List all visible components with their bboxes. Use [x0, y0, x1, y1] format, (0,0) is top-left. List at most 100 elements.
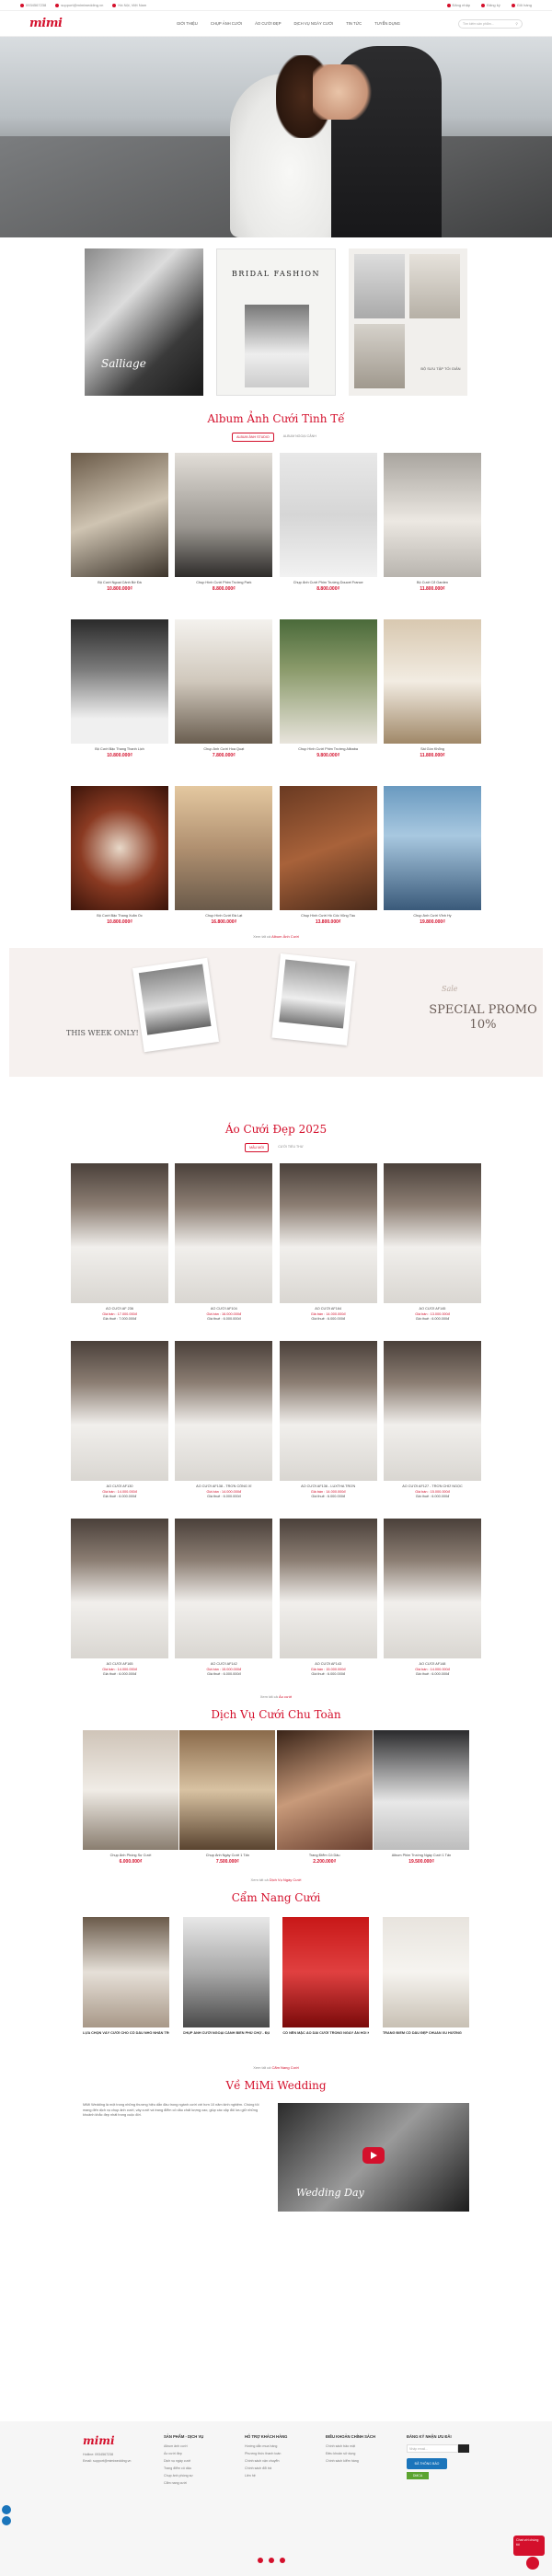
about-video[interactable]: Wedding Day [278, 2103, 469, 2212]
footer-link[interactable]: Chính sách vận chuyển [245, 2459, 307, 2463]
footer-link[interactable]: Trang điểm cô dâu [164, 2466, 226, 2470]
search-input[interactable]: Tìm kiếm sản phẩm... ⚲ [458, 18, 523, 29]
news-card[interactable]: CHỤP ẢNH CƯỚI NGOẠI CẢNH BIỂN PHỦ CHỢ - … [182, 1917, 270, 2045]
see-all-link[interactable]: Áo cưới [279, 1694, 292, 1699]
footer-link[interactable]: Áo cưới đẹp [164, 2452, 226, 2455]
tiktok-icon[interactable] [280, 2558, 285, 2563]
news-card[interactable]: LỰA CHỌN VÁY CƯỚI CHO CÔ DÂU NHỎ NHẮN TR… [83, 1917, 169, 2045]
dress-card[interactable]: ÁO CƯỚI AF136 - LUXTHA TRƠN Giá bán : 14.… [279, 1341, 377, 1498]
dress-card[interactable]: ÁO CƯỚI AF165 Giá bán : 14.000.000đ Giá th… [71, 1519, 168, 1676]
see-all-link[interactable]: Dịch Vụ Ngày Cưới [270, 1877, 302, 1882]
footer-logo[interactable]: mimi [83, 2434, 145, 2447]
album-card[interactable]: Bộ Cưới Cổ Garden 11.800.000₫ [383, 453, 481, 592]
dress-card[interactable]: ÁO CƯỚI AF127 - TRƠN CHỮ NGỌC Giá bán : 1… [383, 1341, 481, 1498]
phone-item[interactable]: 0934567238 [20, 3, 46, 7]
footer-link[interactable]: Chính sách bảo mật [326, 2444, 388, 2448]
dress-card[interactable]: ÁO CƯỚI AF138 - TRƠN CÔNG XỈ Giá bán : 14… [175, 1341, 273, 1498]
tab-new[interactable]: Mẫu mới [245, 1143, 270, 1152]
dress-card[interactable]: ÁO CƯỚI AF142 Giá bán : 15.000.000đ Giá th… [175, 1519, 273, 1676]
album-card[interactable]: Chụp Ảnh Cưới Phim Trường Doucet France 8… [279, 453, 377, 592]
footer-link[interactable]: Điều khoản sử dụng [326, 2452, 388, 2455]
logo[interactable]: mimi [29, 17, 140, 30]
dress-card[interactable]: ÁO CƯỚI AF164 Giá bán : 14.000.000đ Giá th… [279, 1163, 377, 1321]
footer-link[interactable]: Chính sách kiểm hàng [326, 2459, 388, 2463]
footer-phone[interactable]: Hotline: 0934567238 [83, 2453, 145, 2456]
album-card[interactable]: Bộ Cưới Bậc Thang Xoắn Ốc 10.800.000₫ [71, 786, 168, 925]
news-see-all[interactable]: Xem tất cả Cẩm Nang Cưới [0, 2065, 552, 2070]
album-card[interactable]: Chụp Hình Cưới Phim Trường Alibaba 9.800.… [279, 619, 377, 758]
album-card[interactable]: Chụp Hình Cưới Hồ Cốc Vũng Tàu 13.800.000… [279, 786, 377, 925]
footer-link[interactable]: Chụp ảnh phóng sự [164, 2474, 226, 2478]
dress-card[interactable]: ÁO CƯỚI AF148 Giá bán : 14.000.000đ Giá th… [383, 1519, 481, 1676]
see-all-link[interactable]: Album Ảnh Cưới [271, 934, 299, 939]
dress-card[interactable]: ÁO CƯỚI AF145 Giá bán : 13.000.000đ Giá th… [383, 1163, 481, 1321]
footer-email[interactable]: Email: support@mimiwedding.vn [83, 2459, 145, 2463]
dress-card[interactable]: ÁO CƯỚI AF143 Giá bán : 15.000.000đ Giá th… [279, 1519, 377, 1676]
nav-item[interactable]: Giới thiệu [177, 21, 198, 26]
footer-link[interactable]: Liên hệ [245, 2474, 307, 2478]
see-all-link[interactable]: Cẩm Nang Cưới [271, 2065, 298, 2070]
album-card[interactable]: Chụp Ảnh Cưới Vĩnh Hy 19.800.000₫ [383, 786, 481, 925]
email-item[interactable]: support@mimiwedding.vn [55, 3, 103, 7]
album-see-all[interactable]: Xem tất cả Album Ảnh Cưới [0, 934, 552, 939]
registered-badge[interactable]: ĐÃ THÔNG BÁO [407, 2458, 447, 2469]
chat-icon[interactable] [526, 2557, 539, 2570]
footer-link[interactable]: Album ảnh cưới [164, 2444, 226, 2448]
register-link[interactable]: Đăng ký [481, 3, 500, 7]
youtube-icon[interactable] [269, 2558, 274, 2563]
feature-banner-3[interactable]: BỘ SƯU TẬP TỐI GIẢN [349, 248, 468, 396]
news-card[interactable]: CÓ NÊN MẶC ÁO DÀI CƯỚI TRONG NGÀY ĂN HỎI… [282, 1917, 370, 2045]
cart-link[interactable]: Giỏ hàng [511, 3, 532, 7]
news-name[interactable]: TRANG ĐIỂM CÔ DÂU ĐẸP CHUẨN XU HƯỚNG [383, 2031, 469, 2045]
play-icon[interactable] [362, 2147, 385, 2164]
feature-banner-1[interactable]: Salliage [85, 248, 203, 396]
album-card[interactable]: Chụp Ảnh Cưới Hoa Quạt 7.800.000₫ [175, 619, 273, 758]
dmca-badge[interactable]: DMCA [407, 2472, 429, 2479]
album-card[interactable]: Chụp Hình Cưới Phim Trường Park 8.800.000… [175, 453, 273, 592]
service-card[interactable]: Trang Điểm Cô Dâu 2.200.000₫ [276, 1730, 373, 1865]
tab-album-outdoor[interactable]: Album ngoại cảnh [280, 433, 320, 442]
dress-card[interactable]: ÁO CƯỚI AF130 Giá bán : 14.000.000đ Giá th… [71, 1341, 168, 1498]
tab-album-studio[interactable]: Album ảnh studio [232, 433, 274, 442]
album-card[interactable]: Chụp Hình Cưới Đà Lạt 16.800.000₫ [175, 786, 273, 925]
news-name[interactable]: CÓ NÊN MẶC ÁO DÀI CƯỚI TRONG NGÀY ĂN HỎI… [282, 2031, 369, 2045]
footer-link[interactable]: Cẩm nang cưới [164, 2481, 226, 2485]
dress-card[interactable]: ÁO CƯỚI AF 236 Giá bán : 17.000.000đ Giá t… [71, 1163, 168, 1321]
feature-banner-2[interactable]: BRIDAL FASHION [215, 248, 337, 396]
dress-see-all[interactable]: Xem tất cả Áo cưới [0, 1694, 552, 1699]
subscribe-email-input[interactable]: Nhập email... [407, 2444, 458, 2453]
album-card[interactable]: Bộ Cưới Ngoại Cảnh Bờ Đá 10.800.000₫ [71, 453, 168, 592]
service-card[interactable]: Chụp Ảnh Ngày Cưới 1 Tấn 7.500.000₫ [179, 1730, 276, 1865]
footer-col-support: Hỗ trợ khách hàng Hướng dẫn mua hàng Phư… [245, 2434, 307, 2489]
service-card[interactable]: Album Phim Trường Ngày Cưới 1 Tấn 19.500.… [373, 1730, 469, 1865]
footer-link[interactable]: Phương thức thanh toán [245, 2452, 307, 2455]
promo-banner[interactable]: THIS WEEK ONLY! Sale SPECIAL PROMO 10% [9, 948, 543, 1077]
login-link[interactable]: Đăng nhập [446, 3, 470, 7]
dress-card[interactable]: ÁO CƯỚI AF104 Giá bán : 16.000.000đ Giá th… [175, 1163, 273, 1321]
footer-link[interactable]: Hướng dẫn mua hàng [245, 2444, 307, 2448]
service-see-all[interactable]: Xem tất cả Dịch Vụ Ngày Cưới [0, 1877, 552, 1882]
chat-bubble[interactable]: Chat với chúng tôi [513, 2536, 545, 2556]
subscribe-button[interactable] [458, 2444, 469, 2453]
news-name[interactable]: LỰA CHỌN VÁY CƯỚI CHO CÔ DÂU NHỎ NHẮN TR… [83, 2031, 169, 2045]
footer-link[interactable]: Dịch vụ ngày cưới [164, 2459, 226, 2463]
album-card[interactable]: Bộ Cưới Bậc Thang Thanh Lịch 10.800.000₫ [71, 619, 168, 758]
search-icon[interactable]: ⚲ [515, 22, 518, 26]
news-title: Cẩm Nang Cưới [231, 1891, 321, 1904]
collage-photo [354, 324, 406, 388]
tab-princess[interactable]: Cưới tiểu thư [274, 1143, 307, 1152]
footer-link[interactable]: Chính sách đổi trả [245, 2466, 307, 2470]
news-name[interactable]: CHỤP ẢNH CƯỚI NGOẠI CẢNH BIỂN PHỦ CHỢ - … [183, 2031, 270, 2045]
news-card[interactable]: TRANG ĐIỂM CÔ DÂU ĐẸP CHUẨN XU HƯỚNG [382, 1917, 469, 2045]
nav-item[interactable]: Tin tức [346, 21, 362, 26]
album-card[interactable]: Sài Gòn Khổng 11.800.000₫ [383, 619, 481, 758]
nav-item[interactable]: Dịch vụ ngày cưới [293, 21, 333, 26]
nav-item[interactable]: Chụp ảnh cưới [211, 21, 242, 26]
nav-item[interactable]: Tuyển dụng [374, 21, 400, 26]
zalo-icon[interactable] [2, 2505, 11, 2514]
facebook-icon[interactable] [258, 2558, 263, 2563]
service-card[interactable]: Chụp Ảnh Phóng Sự Cưới 6.000.000₫ [83, 1730, 178, 1865]
messenger-icon[interactable] [2, 2516, 11, 2525]
nav-item[interactable]: Áo cưới đẹp [255, 21, 281, 26]
hero-banner[interactable] [0, 37, 552, 237]
